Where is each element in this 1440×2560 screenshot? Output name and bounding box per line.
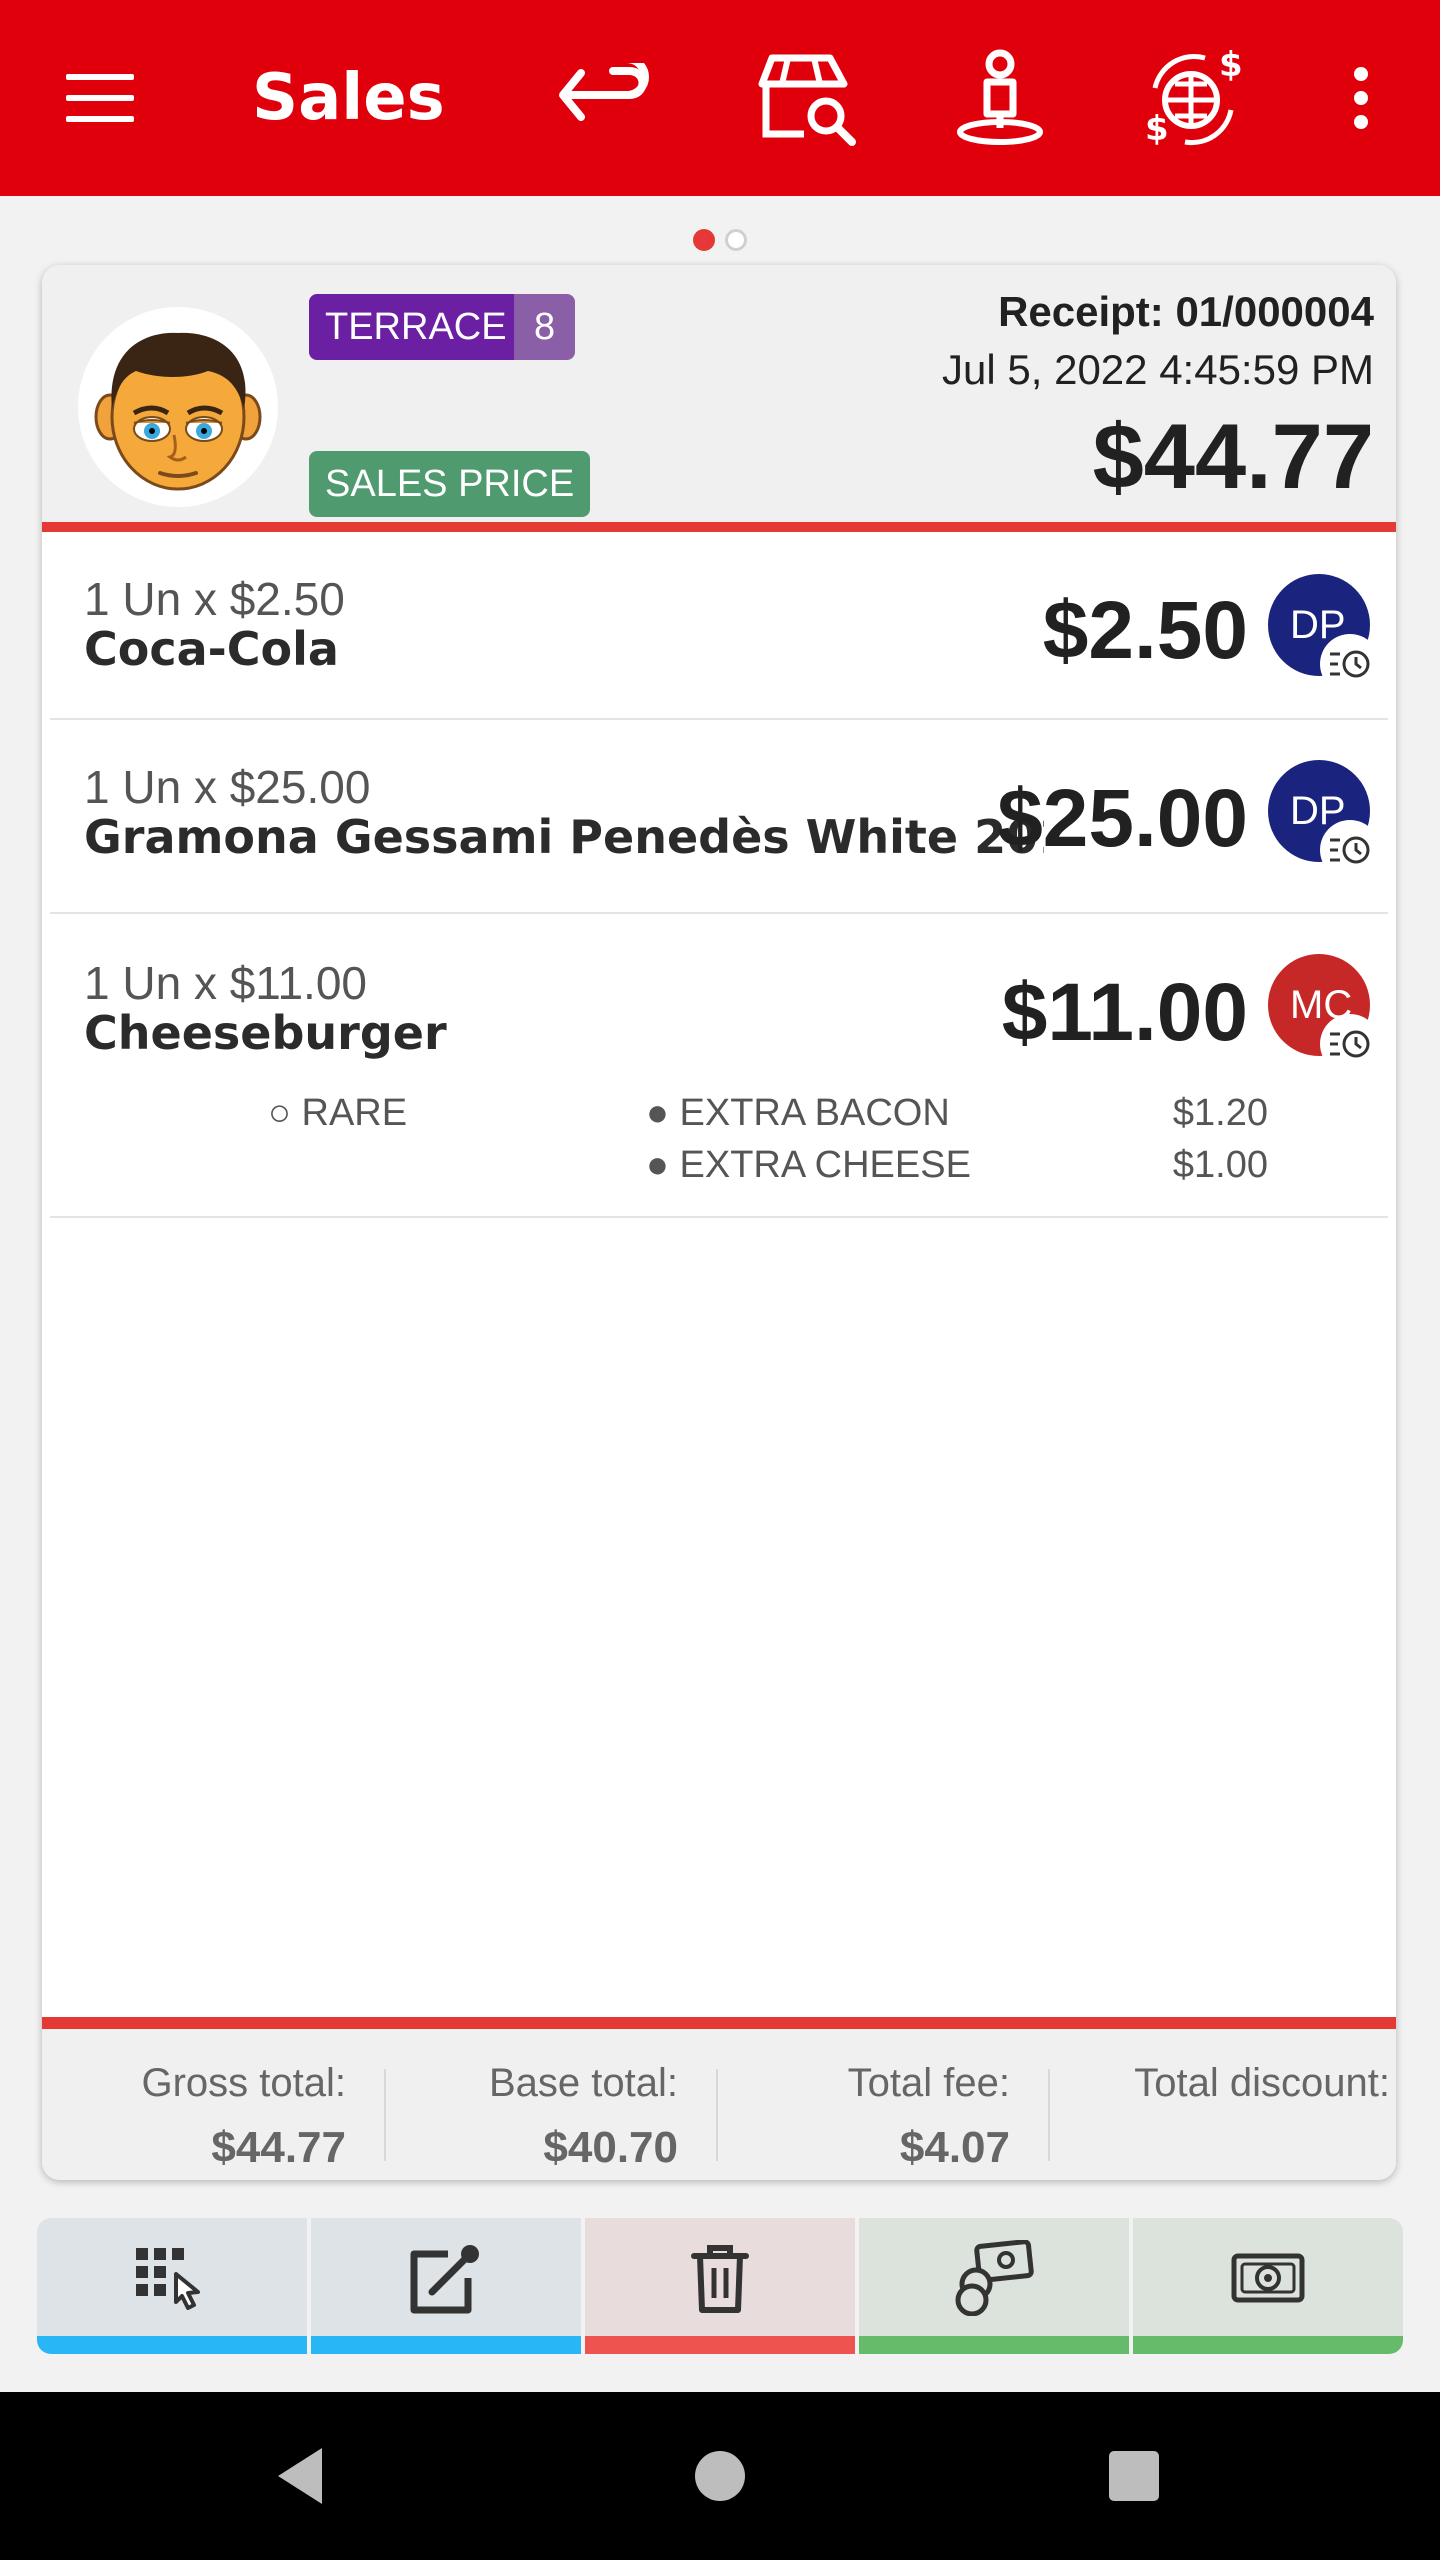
trash-icon [691,2245,749,2313]
menu-button[interactable] [50,0,150,196]
back-icon [278,2448,322,2504]
gross-total-value: $44.77 [211,2123,346,2172]
edit-external-icon [410,2245,479,2314]
scheduled-icon[interactable] [1320,820,1380,880]
locate-customer-button[interactable] [950,0,1050,196]
gross-total: Gross total: $44.77 [42,2041,376,2172]
receipt-total: $44.77 [1092,406,1374,508]
svg-text:$: $ [1219,48,1243,85]
modifier-label: ○ RARE [268,1092,408,1134]
nav-back-button[interactable] [240,2392,360,2560]
price-list-tag[interactable]: SALES PRICE [309,451,591,517]
location-person-icon [957,49,1043,145]
base-total-label: Base total: [488,2061,678,2105]
app-bar: Sales $ $ [0,0,1440,196]
action-accent-bar [311,2336,581,2354]
line-product-name: Cheeseburger [84,1006,447,1060]
scheduled-icon[interactable] [1320,1014,1380,1074]
nav-recents-button[interactable] [1074,2392,1194,2560]
coins-payment-icon [955,2240,1034,2316]
action-accent-bar [859,2336,1129,2354]
page-indicator [0,229,1440,253]
total-fee: Total fee: $4.07 [706,2041,1040,2172]
home-icon [695,2451,745,2501]
line-product-name: Coca-Cola [84,622,339,676]
delete-line-button[interactable] [585,2218,855,2354]
currency-exchange-icon: $ $ [1145,48,1243,148]
line-quantity: 1 Un x $11.00 [84,957,368,1009]
table-number-tag[interactable]: 8 [514,294,576,360]
total-fee-label: Total fee: [847,2061,1010,2105]
totals-bar: Gross total: $44.77 Base total: $40.70 T… [42,2017,1396,2180]
action-accent-bar [37,2336,307,2354]
line-amount: $11.00 [1001,967,1248,1058]
page-dot[interactable] [725,229,747,251]
store-search-button[interactable] [748,0,868,196]
recents-icon [1109,2451,1159,2501]
gross-total-label: Gross total: [141,2061,346,2105]
receipt-line[interactable]: 1 Un x $2.50 Coca-Cola $2.50 DP [50,542,1388,720]
page-dot-active[interactable] [693,229,715,251]
more-vert-icon [1354,67,1368,129]
total-discount-label: Total discount: [1134,2061,1390,2105]
receipt-number: Receipt: 01/000004 [998,288,1374,335]
page-title: Sales [252,61,445,135]
zone-tag[interactable]: TERRACE [309,294,523,360]
receipt-line[interactable]: 1 Un x $11.00 Cheeseburger $11.00 MC ○ R… [50,914,1388,1218]
modifier-price: $1.00 [1172,1144,1268,1186]
receipt-header: TERRACE 8 SALES PRICE Receipt: 01/000004… [42,265,1396,532]
currency-exchange-button[interactable]: $ $ [1140,0,1250,196]
svg-text:$: $ [1145,109,1169,148]
receipt-line[interactable]: 1 Un x $25.00 Gramona Gessami Penedès Wh… [50,720,1388,914]
return-button[interactable] [550,0,660,196]
store-search-icon [758,54,856,146]
customer-avatar[interactable] [78,307,278,507]
total-fee-value: $4.07 [899,2123,1010,2172]
partial-payment-button[interactable] [859,2218,1129,2354]
grid-select-icon [136,2248,200,2310]
edit-line-button[interactable] [311,2218,581,2354]
more-options-button[interactable] [1326,0,1396,196]
modifier-label: ● EXTRA BACON [646,1092,950,1134]
action-bar [37,2218,1403,2354]
scheduled-icon[interactable] [1320,634,1380,694]
line-product-name: Gramona Gessami Penedès White 2019 [84,810,1044,864]
select-products-button[interactable] [37,2218,307,2354]
base-total-value: $40.70 [543,2123,678,2172]
receipt-card: TERRACE 8 SALES PRICE Receipt: 01/000004… [42,265,1396,2180]
base-total: Base total: $40.70 [374,2041,708,2172]
line-amount: $2.50 [1042,585,1248,676]
modifier-price: $1.20 [1172,1092,1268,1134]
line-quantity: 1 Un x $25.00 [84,761,371,813]
return-icon [559,63,649,121]
cash-payment-button[interactable] [1133,2218,1403,2354]
receipt-date: Jul 5, 2022 4:45:59 PM [942,346,1374,393]
cash-icon [1231,2253,1305,2303]
line-quantity: 1 Un x $2.50 [84,573,345,625]
divider [1048,2069,1050,2161]
line-amount: $25.00 [997,773,1248,864]
system-nav-bar [0,2392,1440,2560]
total-discount: Total discount: [1062,2041,1396,2171]
menu-icon [66,74,134,122]
nav-home-button[interactable] [660,2392,780,2560]
action-accent-bar [1133,2336,1403,2354]
customer-face-icon [94,332,262,491]
modifier-label: ● EXTRA CHEESE [646,1144,971,1186]
action-accent-bar [585,2336,855,2354]
